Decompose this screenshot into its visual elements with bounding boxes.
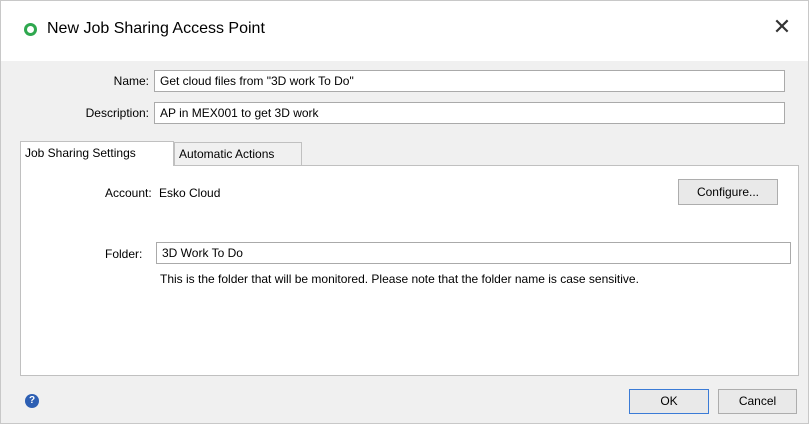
description-input[interactable]: AP in MEX001 to get 3D work (154, 102, 785, 124)
tab-job-sharing-settings[interactable]: Job Sharing Settings (20, 141, 174, 166)
job-sharing-settings-panel: Account: Esko Cloud Configure... Folder:… (20, 165, 799, 376)
name-input[interactable]: Get cloud files from "3D work To Do" (154, 70, 785, 92)
job-sharing-dialog: New Job Sharing Access Point ✕ Name: Get… (0, 0, 809, 424)
folder-label: Folder: (105, 247, 143, 261)
configure-button[interactable]: Configure... (678, 179, 778, 205)
close-icon[interactable]: ✕ (770, 15, 794, 39)
account-value: Esko Cloud (159, 186, 221, 200)
cancel-button[interactable]: Cancel (718, 389, 797, 414)
description-label: Description: (85, 106, 149, 120)
help-icon[interactable]: ? (25, 394, 39, 408)
folder-input[interactable]: 3D Work To Do (156, 242, 791, 264)
tab-automatic-actions[interactable]: Automatic Actions (174, 142, 302, 166)
account-label: Account: (105, 186, 152, 200)
folder-help-text: This is the folder that will be monitore… (160, 272, 639, 286)
ok-button[interactable]: OK (629, 389, 709, 414)
name-label: Name: (113, 74, 149, 88)
app-status-icon (24, 23, 37, 36)
dialog-title: New Job Sharing Access Point (47, 20, 265, 37)
title-bar: New Job Sharing Access Point ✕ (1, 1, 808, 61)
